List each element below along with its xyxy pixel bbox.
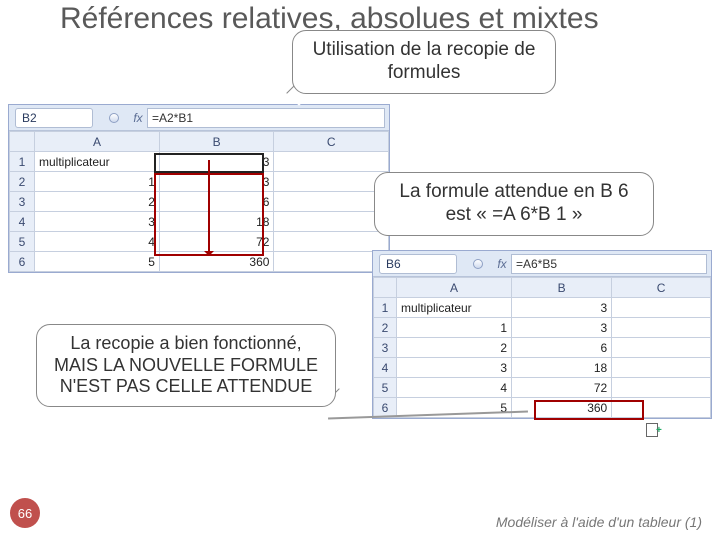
cell[interactable]: 5 <box>34 252 159 272</box>
fx-icon[interactable]: fx <box>493 257 511 271</box>
cell[interactable]: 3 <box>512 318 612 338</box>
callout-result: La recopie a bien fonctionné, MAIS LA NO… <box>36 324 336 407</box>
cell[interactable]: 72 <box>512 378 612 398</box>
cell[interactable] <box>274 192 389 212</box>
row-header[interactable]: 6 <box>10 252 35 272</box>
cell[interactable] <box>274 172 389 192</box>
cell[interactable] <box>612 378 711 398</box>
fx-icon[interactable]: fx <box>129 111 147 125</box>
col-header-a[interactable]: A <box>396 278 511 298</box>
cell[interactable] <box>612 318 711 338</box>
callout-top: Utilisation de la recopie de formules <box>292 30 556 94</box>
row-header[interactable]: 3 <box>10 192 35 212</box>
row-header[interactable]: 5 <box>374 378 397 398</box>
cell[interactable]: 4 <box>396 378 511 398</box>
select-all-corner[interactable] <box>10 132 35 152</box>
cell[interactable] <box>612 338 711 358</box>
row-header[interactable]: 4 <box>10 212 35 232</box>
highlight-box <box>534 400 644 420</box>
name-box[interactable]: B6 <box>379 254 457 274</box>
row-header[interactable]: 1 <box>374 298 397 318</box>
page-number-badge: 66 <box>10 498 40 528</box>
cell[interactable] <box>274 212 389 232</box>
callout-expected: La formule attendue en B 6 est « =A 6*B … <box>374 172 654 236</box>
formula-input[interactable]: =A6*B5 <box>511 254 707 274</box>
formula-bar: B2 fx =A2*B1 <box>9 105 389 131</box>
row-header[interactable]: 2 <box>10 172 35 192</box>
cell[interactable]: 1 <box>34 172 159 192</box>
cell[interactable]: 2 <box>34 192 159 212</box>
cell[interactable]: multiplicateur <box>396 298 511 318</box>
col-header-c[interactable]: C <box>274 132 389 152</box>
row-header[interactable]: 5 <box>10 232 35 252</box>
cell[interactable]: 18 <box>512 358 612 378</box>
cell[interactable]: 1 <box>396 318 511 338</box>
cell[interactable]: 6 <box>512 338 612 358</box>
cell[interactable] <box>612 358 711 378</box>
excel-fragment-2: B6 fx =A6*B5 A B C 1multiplicateur3 213 … <box>372 250 712 419</box>
cell[interactable] <box>612 298 711 318</box>
col-header-b[interactable]: B <box>159 132 274 152</box>
row-header[interactable]: 3 <box>374 338 397 358</box>
formula-bar: B6 fx =A6*B5 <box>373 251 711 277</box>
cell[interactable]: multiplicateur <box>34 152 159 172</box>
footer-text: Modéliser à l'aide d'un tableur (1) <box>496 515 702 530</box>
cell[interactable]: 4 <box>34 232 159 252</box>
name-box[interactable]: B2 <box>15 108 93 128</box>
name-box-dropdown[interactable] <box>99 113 129 123</box>
row-header[interactable]: 2 <box>374 318 397 338</box>
cell[interactable]: 3 <box>512 298 612 318</box>
grid: A B C 1multiplicateur3 213 326 4318 5472… <box>373 277 711 418</box>
formula-input[interactable]: =A2*B1 <box>147 108 385 128</box>
row-header[interactable]: 1 <box>10 152 35 172</box>
col-header-b[interactable]: B <box>512 278 612 298</box>
copy-cursor-icon: + <box>646 423 666 437</box>
name-box-dropdown[interactable] <box>463 259 493 269</box>
cell[interactable]: 3 <box>34 212 159 232</box>
slide: Références relatives, absolues et mixtes… <box>0 0 720 540</box>
row-header[interactable]: 4 <box>374 358 397 378</box>
cell[interactable] <box>274 232 389 252</box>
fill-arrow-icon <box>208 160 210 255</box>
select-all-corner[interactable] <box>374 278 397 298</box>
cell[interactable]: 3 <box>396 358 511 378</box>
cell[interactable]: 3 <box>159 152 274 172</box>
col-header-a[interactable]: A <box>34 132 159 152</box>
cell[interactable] <box>274 152 389 172</box>
col-header-c[interactable]: C <box>612 278 711 298</box>
cell[interactable]: 2 <box>396 338 511 358</box>
